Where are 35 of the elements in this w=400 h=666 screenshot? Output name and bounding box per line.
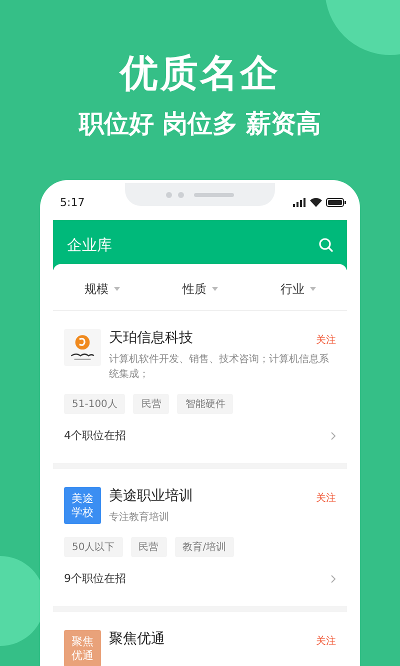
signal-icon	[293, 198, 306, 206]
follow-button[interactable]: 关注	[316, 333, 336, 347]
company-tag: 51-100人	[64, 394, 126, 414]
header-title: 企业库	[67, 236, 112, 254]
filter-dropdown[interactable]: 性质	[182, 280, 218, 298]
company-tag: 教育/培训	[174, 537, 234, 557]
openings-link[interactable]: 4个职位在招	[64, 428, 126, 443]
filter-dropdown[interactable]: 行业	[280, 280, 316, 298]
company-description: 专注教育培训	[109, 510, 170, 525]
company-tag: 民营	[130, 537, 167, 557]
filter-dropdown[interactable]: 规模	[84, 280, 120, 298]
chevron-right-icon	[331, 574, 336, 582]
caret-icon	[212, 287, 218, 291]
company-name[interactable]: 聚焦优通	[109, 630, 165, 648]
follow-button[interactable]: 关注	[316, 491, 336, 505]
company-logo-icon	[64, 329, 101, 366]
chevron-right-icon	[331, 432, 336, 440]
hero-subtitle: 职位好 岗位多 薪资高	[77, 108, 322, 140]
company-tag: 智能硬件	[177, 394, 234, 414]
hero-title: 优质名企	[118, 50, 281, 96]
search-icon[interactable]	[319, 238, 333, 252]
company-logo: 聚焦 优通	[64, 630, 101, 666]
battery-icon	[326, 198, 346, 206]
company-description: 计算机软件开发、销售、技术咨询；计算机信息系统集成；	[109, 352, 330, 382]
openings-link[interactable]: 9个职位在招	[64, 571, 126, 586]
company-logo: 美途 学校	[64, 487, 101, 524]
status-time: 5:17	[60, 196, 85, 208]
wifi-icon	[310, 198, 322, 206]
follow-button[interactable]: 关注	[316, 634, 336, 648]
company-tag: 50人以下	[64, 537, 123, 557]
caret-icon	[310, 287, 316, 291]
company-name[interactable]: 美途职业培训	[109, 487, 193, 505]
company-name[interactable]: 天珀信息科技	[109, 329, 193, 347]
company-tag: 民营	[133, 394, 170, 414]
caret-icon	[114, 287, 120, 291]
